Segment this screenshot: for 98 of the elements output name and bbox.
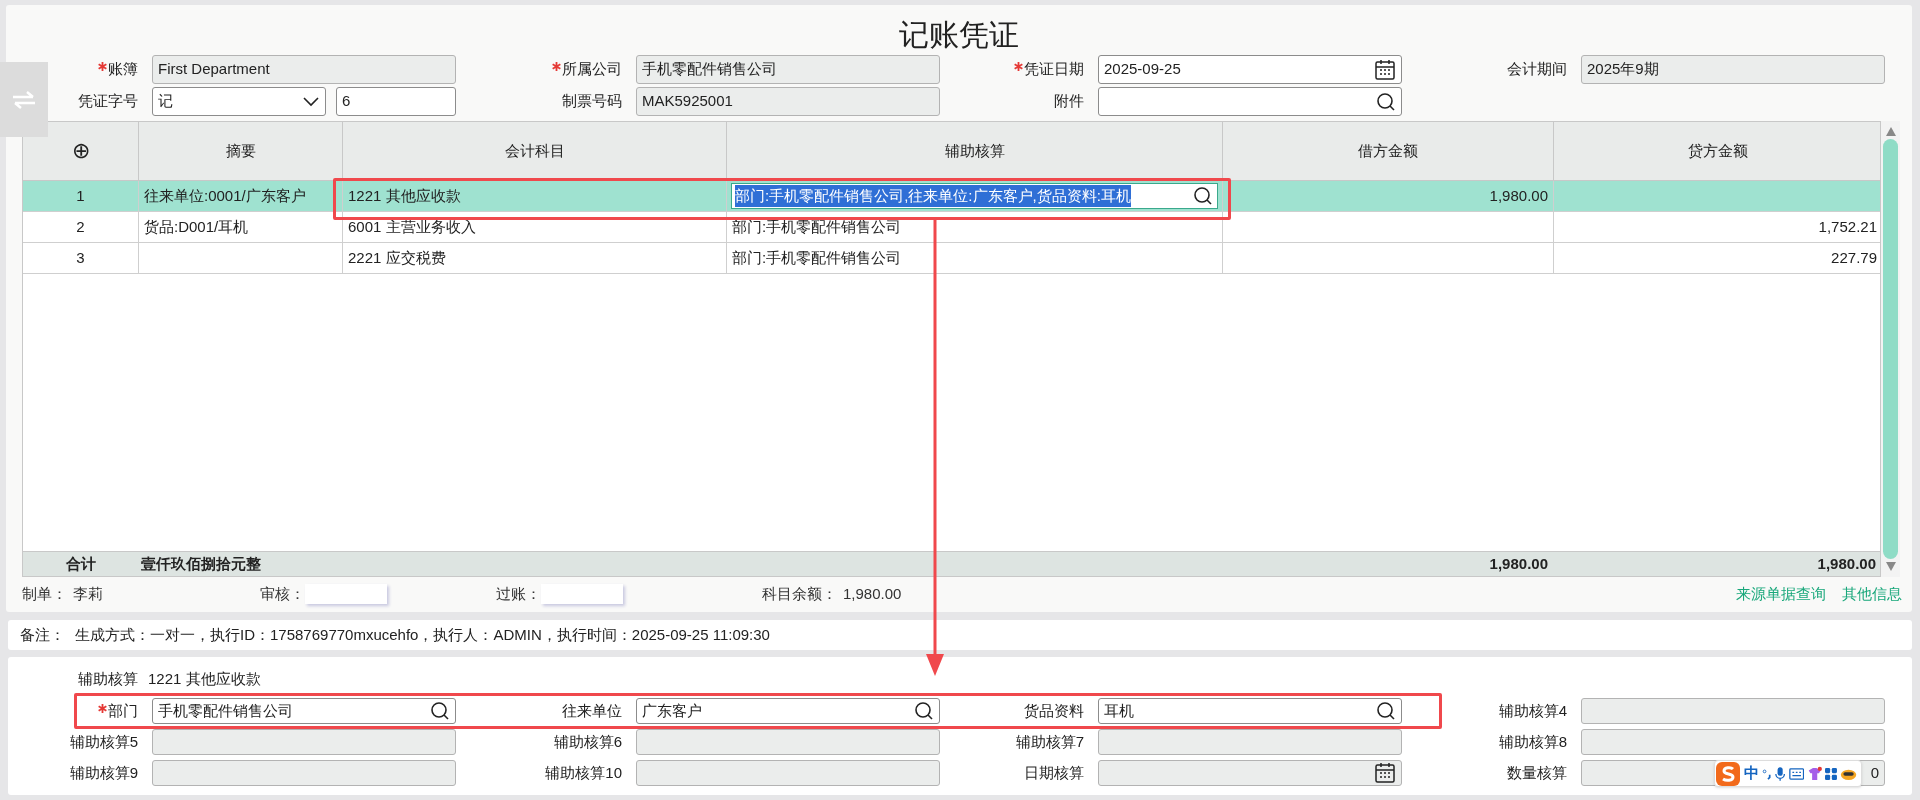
search-icon[interactable] <box>1376 91 1396 112</box>
panel-toggle-button[interactable] <box>0 62 48 137</box>
input-field[interactable]: First Department <box>152 55 456 84</box>
input-field[interactable]: 6 <box>336 87 456 116</box>
search-icon[interactable] <box>914 701 934 721</box>
input-field[interactable] <box>152 760 456 786</box>
microphone-icon[interactable] <box>1775 764 1786 783</box>
input-field[interactable] <box>1581 729 1885 755</box>
grid-icon[interactable] <box>1825 766 1838 781</box>
caret-icon <box>302 95 320 108</box>
field-label: 所属公司 <box>562 59 622 80</box>
field-label: 凭证字号 <box>78 91 138 112</box>
column-header[interactable]: 借方金额 <box>1223 122 1554 180</box>
table-cell: 货品:D001/耳机 <box>139 212 343 242</box>
calendar-icon[interactable] <box>1374 762 1396 784</box>
input-field[interactable]: 2025年9期 <box>1581 55 1885 84</box>
balance-amount: 1,980.00 <box>843 583 902 604</box>
table-row[interactable]: 2 货品:D001/耳机 6001 主营业务收入 部门:手机零配件销售公司 1,752.21 <box>23 212 1880 243</box>
field-label: 凭证日期 <box>1024 59 1084 80</box>
table-cell: 2221 应交税费 <box>343 243 727 273</box>
footer-label: 过账： <box>496 583 541 604</box>
input-field[interactable] <box>1098 729 1402 755</box>
input-field[interactable] <box>636 760 940 786</box>
table-cell: 6001 主营业务收入 <box>343 212 727 242</box>
input-field[interactable]: MAK5925001 <box>636 87 940 116</box>
ime-logo-icon[interactable] <box>1715 760 1741 787</box>
row-number: 3 <box>23 243 139 273</box>
table-cell: 部门:手机零配件销售公司 <box>727 212 1223 242</box>
search-icon[interactable] <box>1376 701 1396 721</box>
input-method-menu[interactable]: 中 <box>1714 760 1862 787</box>
table-cell-text: 1,752.21 <box>1817 216 1878 237</box>
row-number: 1 <box>23 181 139 211</box>
table-cell: 往来单位:0001/广东客户 <box>139 181 343 211</box>
column-header[interactable]: 贷方金额 <box>1554 122 1882 180</box>
field-label: 辅助核算5 <box>69 731 138 752</box>
input-field[interactable] <box>636 729 940 755</box>
field-label: 部门 <box>108 700 138 721</box>
field-label: 日期核算 <box>1024 762 1084 783</box>
table-row[interactable]: 1 往来单位:0001/广东客户 1221 其他应收款 部门:手机零配件销售公司,往来单位:广东客户,货品资料:耳机 1,980.00 <box>23 181 1880 212</box>
scrollbar[interactable] <box>1881 121 1900 577</box>
field-label: 辅助核算10 <box>545 762 622 783</box>
scroll-up-icon[interactable] <box>1885 127 1896 136</box>
search-icon[interactable] <box>1193 186 1213 206</box>
input-field[interactable] <box>1098 87 1402 116</box>
account-name: 1221 其他应收款 <box>148 668 261 689</box>
remark-label: 备注： <box>20 624 65 645</box>
calendar-icon[interactable] <box>1374 58 1396 81</box>
scrollbar-thumb[interactable] <box>1883 139 1898 559</box>
input-field[interactable]: 耳机 <box>1098 698 1402 724</box>
field-label: 辅助核算8 <box>1498 731 1567 752</box>
table-cell: 部门:手机零配件销售公司 <box>727 243 1223 273</box>
field-label: 辅助核算4 <box>1498 700 1567 721</box>
date-field[interactable] <box>1098 760 1402 786</box>
column-header[interactable]: 辅助核算 <box>727 122 1223 180</box>
field-label: 制票号码 <box>562 91 622 112</box>
maker-name: 李莉 <box>73 583 103 604</box>
total-label: 合计 <box>66 553 96 574</box>
footer-label: 科目余额： <box>762 583 837 604</box>
input-field[interactable] <box>1581 698 1885 724</box>
remark-text: 生成方式：一对一，执行ID：1758769770mxucehfo，执行人：ADMIN，执行时间：2025-09-25 11:09:30 <box>75 624 770 645</box>
select-field[interactable]: 记 <box>152 87 326 116</box>
input-field[interactable]: 手机零配件销售公司 <box>152 698 456 724</box>
total-debit: 1,980.00 <box>1489 553 1548 574</box>
field-label: 辅助核算7 <box>1015 731 1084 752</box>
footer-label: 审核： <box>260 583 305 604</box>
amount-in-words: 壹仟玖佰捌拾元整 <box>141 553 261 574</box>
date-field[interactable]: 2025-09-25 <box>1098 55 1402 84</box>
field-label: 账簿 <box>108 59 138 80</box>
column-header[interactable]: 会计科目 <box>343 122 727 180</box>
field-label: 辅助核算6 <box>553 731 622 752</box>
keyboard-icon[interactable] <box>1788 766 1804 781</box>
field-label: 往来单位 <box>562 700 622 721</box>
swap-arrows-icon <box>11 88 37 111</box>
field-label: 数量核算 <box>1507 762 1567 783</box>
table-cell-text: 227.79 <box>1830 247 1878 268</box>
scroll-down-icon[interactable] <box>1885 562 1896 571</box>
field-label: 货品资料 <box>1024 700 1084 721</box>
add-row-button[interactable]: ⊕ <box>71 140 90 162</box>
footer-label: 制单： <box>22 583 67 604</box>
input-mode-toggle[interactable]: 中 <box>1744 762 1759 785</box>
page-title: 记账凭证 <box>899 20 1019 50</box>
input-field[interactable]: 广东客户 <box>636 698 940 724</box>
input-field[interactable] <box>152 729 456 755</box>
field-label: 会计期间 <box>1507 59 1567 80</box>
field-label: 附件 <box>1054 91 1084 112</box>
table-cell: 1,980.00 <box>1223 181 1554 211</box>
field-label: 辅助核算 <box>78 668 138 689</box>
skin-icon[interactable] <box>1806 764 1823 783</box>
column-header[interactable]: 摘要 <box>139 122 343 180</box>
search-icon[interactable] <box>430 701 450 721</box>
field-label: 辅助核算9 <box>69 762 138 783</box>
input-field[interactable]: 部门:手机零配件销售公司,往来单位:广东客户,货品资料:耳机 <box>731 183 1218 209</box>
table-row[interactable]: 3 2221 应交税费 部门:手机零配件销售公司 227.79 <box>23 243 1880 274</box>
table-cell: 1221 其他应收款 <box>343 181 727 211</box>
punctuation-icon[interactable] <box>1762 766 1773 781</box>
total-credit: 1,980.00 <box>1817 553 1876 574</box>
row-number: 2 <box>23 212 139 242</box>
input-field[interactable]: 手机零配件销售公司 <box>636 55 940 84</box>
